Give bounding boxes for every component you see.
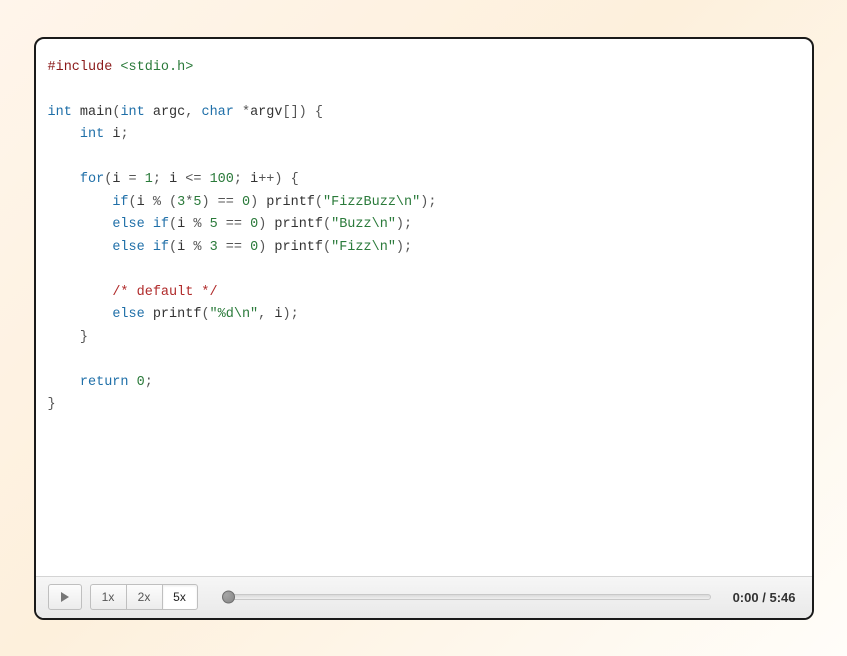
code-token: "%d\n" — [210, 307, 259, 322]
code-token: % — [185, 240, 209, 255]
code-token — [48, 217, 113, 232]
code-token: , — [185, 105, 201, 120]
code-token: printf — [274, 217, 323, 232]
code-token: ( — [129, 195, 137, 210]
code-token: 5 — [210, 217, 218, 232]
code-token: printf — [274, 240, 323, 255]
code-token: ; — [120, 127, 128, 142]
code-token: char — [201, 105, 233, 120]
code-token — [129, 375, 137, 390]
code-token: "Buzz\n" — [331, 217, 396, 232]
code-token: ); — [420, 195, 436, 210]
code-token — [145, 307, 153, 322]
code-token: ( — [323, 217, 331, 232]
time-display: 0:00 / 5:46 — [733, 590, 796, 605]
code-token: = — [120, 172, 144, 187]
code-token — [48, 285, 113, 300]
code-token: return — [80, 375, 129, 390]
code-token: % ( — [145, 195, 177, 210]
time-total: 5:46 — [769, 590, 795, 605]
code-token: int — [80, 127, 104, 142]
code-token: else — [112, 240, 144, 255]
code-token: 0 — [250, 240, 258, 255]
code-token: ; — [153, 172, 169, 187]
code-token — [48, 172, 80, 187]
code-token: <= — [177, 172, 209, 187]
code-token: argv — [250, 105, 282, 120]
code-token — [48, 307, 113, 322]
code-token: i — [169, 172, 177, 187]
progress-slider[interactable] — [224, 589, 711, 605]
code-token: 100 — [210, 172, 234, 187]
code-token: ) == — [201, 195, 242, 210]
code-token — [72, 105, 80, 120]
code-token: ; — [234, 172, 250, 187]
code-token: <stdio.h> — [120, 60, 193, 75]
code-token: % — [185, 217, 209, 232]
code-token: "Fizz\n" — [331, 240, 396, 255]
code-token: argc — [153, 105, 185, 120]
code-token — [48, 240, 113, 255]
code-token: int — [48, 105, 72, 120]
code-token: 3 — [210, 240, 218, 255]
code-token: else — [112, 307, 144, 322]
code-token — [48, 195, 113, 210]
code-token: /* default */ — [112, 285, 217, 300]
code-token: ( — [315, 195, 323, 210]
code-token: } — [48, 397, 56, 412]
code-token: ( — [169, 240, 177, 255]
code-token: == — [218, 217, 250, 232]
code-token: if — [112, 195, 128, 210]
code-token — [145, 105, 153, 120]
code-token: printf — [153, 307, 202, 322]
code-token — [48, 375, 80, 390]
code-token: main — [80, 105, 112, 120]
playback-player: #include <stdio.h> int main ( int argc, ch… — [34, 37, 814, 620]
code-token: "FizzBuzz\n" — [323, 195, 420, 210]
code-token: ) — [258, 217, 274, 232]
play-icon — [61, 592, 69, 602]
code-token: } — [48, 330, 89, 345]
time-current: 0:00 — [733, 590, 759, 605]
playback-controls: 1x2x5x 0:00 / 5:46 — [36, 576, 812, 618]
play-button[interactable] — [48, 584, 82, 610]
code-token: ) — [250, 195, 266, 210]
code-token: if — [153, 240, 169, 255]
code-token: ( — [169, 217, 177, 232]
code-token: i — [250, 172, 258, 187]
code-token: printf — [266, 195, 315, 210]
code-token: i — [137, 195, 145, 210]
code-token: ++) { — [258, 172, 299, 187]
code-token: * — [234, 105, 250, 120]
code-token: #include — [48, 60, 113, 75]
code-token — [145, 217, 153, 232]
code-token: ); — [396, 217, 412, 232]
progress-track — [224, 594, 711, 600]
code-token: == — [218, 240, 250, 255]
code-token: 0 — [137, 375, 145, 390]
code-token: else — [112, 217, 144, 232]
code-token: []) { — [282, 105, 323, 120]
code-token — [48, 127, 80, 142]
speed-button-5x[interactable]: 5x — [162, 584, 198, 610]
speed-button-1x[interactable]: 1x — [90, 584, 126, 610]
code-token: ) — [258, 240, 274, 255]
code-viewport: #include <stdio.h> int main ( int argc, ch… — [36, 39, 812, 576]
code-token — [145, 240, 153, 255]
code-token: ); — [282, 307, 298, 322]
code-token: 0 — [250, 217, 258, 232]
code-token: if — [153, 217, 169, 232]
speed-button-2x[interactable]: 2x — [126, 584, 162, 610]
code-token: ); — [396, 240, 412, 255]
code-token: 1 — [145, 172, 153, 187]
progress-thumb[interactable] — [222, 591, 235, 604]
speed-toggle-group: 1x2x5x — [90, 584, 198, 610]
code-token: , — [258, 307, 274, 322]
code-token: 0 — [242, 195, 250, 210]
code-token: for — [80, 172, 104, 187]
code-token: int — [120, 105, 144, 120]
code-token: ( — [201, 307, 209, 322]
code-token: ; — [145, 375, 153, 390]
code-token: ( — [323, 240, 331, 255]
